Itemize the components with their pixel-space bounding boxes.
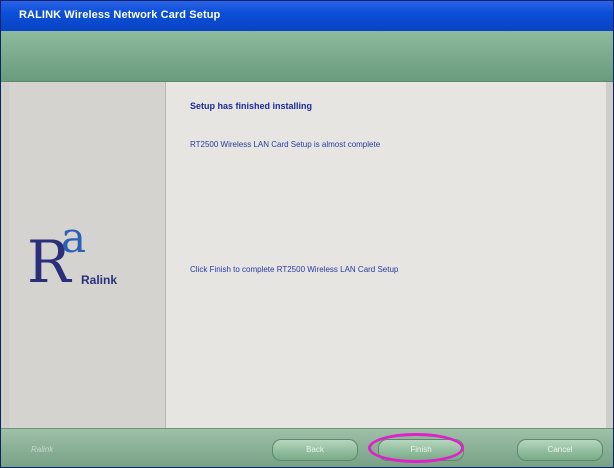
sidebar-panel: R a Ralink — [9, 82, 166, 428]
almost-complete-message: RT2500 Wireless LAN Card Setup is almost… — [190, 140, 381, 149]
setup-window: RALINK Wireless Network Card Setup R a R… — [0, 0, 614, 468]
completion-heading: Setup has finished installing — [190, 101, 313, 111]
svg-text:a: a — [61, 216, 86, 262]
right-border — [606, 82, 613, 428]
logo-text: Ralink — [81, 273, 118, 287]
left-border — [1, 82, 9, 428]
window-title: RALINK Wireless Network Card Setup — [19, 9, 221, 21]
back-button[interactable]: Back — [272, 439, 358, 461]
finish-highlight-circle — [368, 433, 464, 463]
finish-instruction-message: Click Finish to complete RT2500 Wireless… — [190, 265, 399, 274]
header-banner — [1, 31, 613, 82]
title-bar[interactable]: RALINK Wireless Network Card Setup — [1, 1, 613, 31]
cancel-button[interactable]: Cancel — [517, 439, 603, 461]
content-panel: Setup has finished installing RT2500 Wir… — [166, 82, 606, 428]
footer-brand: Ralink — [31, 445, 54, 454]
button-bar: Ralink Back Finish Cancel — [1, 428, 613, 467]
